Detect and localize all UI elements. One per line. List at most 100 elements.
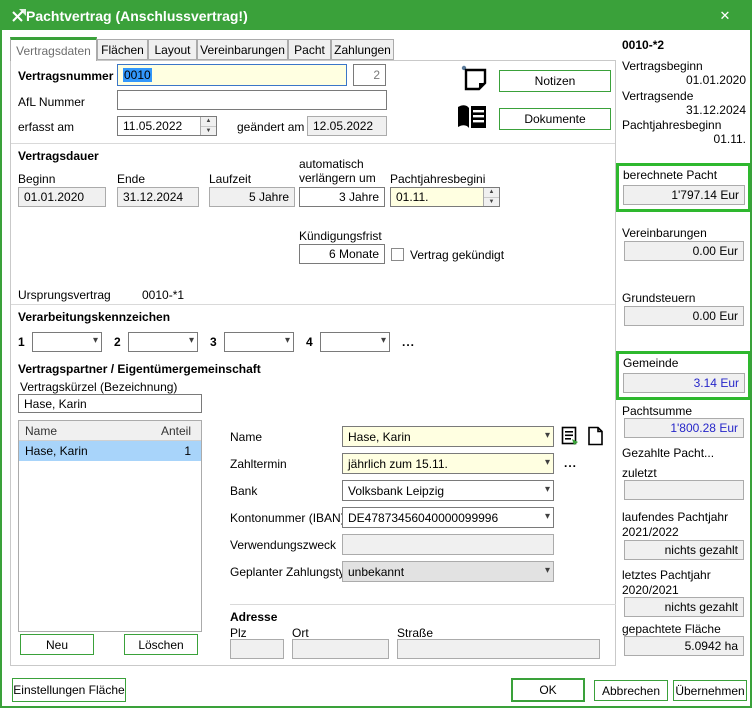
close-icon[interactable]: ✕ [712, 6, 738, 26]
column-name: Name [25, 423, 58, 438]
vk-num-3: 3 [210, 335, 217, 349]
laufendes-pachtjahr-label: laufendes Pachtjahr [622, 510, 729, 524]
vk-dropdown-3[interactable]: ▾ [224, 332, 294, 352]
zuletzt-value [624, 480, 744, 500]
name-dropdown[interactable]: Hase, Karin ▾ [342, 426, 554, 447]
app-icon [10, 8, 27, 25]
kuendigungsfrist-label: Kündigungsfrist [299, 229, 382, 243]
adresse-heading: Adresse [230, 610, 278, 624]
partner-table: Name Anteil Hase, Karin 1 [18, 420, 202, 632]
iban-dropdown[interactable]: DE47873456040000099996 ▾ [342, 507, 554, 528]
tab-flaechen[interactable]: Flächen [97, 39, 148, 60]
vertragsbeginn-value: 01.01.2020 [685, 73, 746, 87]
bank-label: Bank [230, 484, 258, 498]
tab-pacht[interactable]: Pacht [288, 39, 331, 60]
loeschen-button[interactable]: Löschen [124, 634, 198, 655]
zahltermin-label: Zahltermin [230, 457, 287, 471]
pachtjahresbeginn-label: Pachtjahresbegini [390, 172, 486, 186]
pachtvertrag-dialog: Pachtvertrag (Anschlussvertrag!) ✕ Vertr… [0, 0, 752, 708]
sidebar-contract-id: 0010-*2 [622, 38, 665, 52]
tab-vertragsdaten[interactable]: Vertragsdaten [10, 37, 97, 61]
spin-up-icon[interactable]: ▲ [484, 188, 499, 198]
gemeinde-label: Gemeinde [623, 356, 679, 370]
tab-zahlungen[interactable]: Zahlungen [331, 39, 394, 60]
uebernehmen-button[interactable]: Übernehmen [673, 680, 747, 701]
vertrag-gekuendigt-checkbox[interactable] [391, 248, 404, 261]
book-icon [454, 103, 492, 132]
ort-input[interactable] [292, 639, 389, 659]
table-row[interactable]: Hase, Karin 1 [19, 441, 201, 461]
spin-down-icon[interactable]: ▼ [201, 127, 216, 136]
chevron-down-icon: ▾ [92, 335, 98, 347]
pachtjahr-spinner[interactable]: ▲ ▼ [483, 188, 499, 206]
vk-more-button[interactable]: ... [402, 335, 415, 349]
vertragskuerzel-input[interactable]: Hase, Karin [18, 394, 202, 413]
grundsteuern-label: Grundsteuern [622, 291, 696, 305]
vertragsende-label: Vertragsende [622, 89, 694, 103]
vertragsnummer-counter: 2 [353, 64, 386, 86]
afl-nummer-label: AfL Nummer [18, 95, 85, 109]
strasse-label: Straße [397, 626, 434, 640]
document-lines-icon[interactable] [561, 426, 579, 446]
zahltermin-more-button[interactable]: ... [564, 456, 577, 470]
laufendes-pachtjahr-year: 2021/2022 [622, 525, 679, 539]
tab-layout[interactable]: Layout [148, 39, 197, 60]
strasse-input[interactable] [397, 639, 600, 659]
zahlungstyp-dropdown[interactable]: unbekannt ▾ [342, 561, 554, 582]
ursprungsvertrag-value: 0010-*1 [142, 288, 185, 302]
window-title: Pachtvertrag (Anschlussvertrag!) [26, 8, 248, 24]
chevron-down-icon: ▾ [544, 564, 550, 576]
notizen-button[interactable]: Notizen [499, 70, 611, 92]
laufzeit-label: Laufzeit [209, 172, 252, 186]
sidebar-pachtjahresbeginn-value: 01.11. [713, 132, 746, 146]
vertragsnummer-input[interactable]: 0010 [117, 64, 347, 86]
berechnete-pacht-label: berechnete Pacht [623, 168, 718, 182]
verwendungszweck-input[interactable] [342, 534, 554, 555]
chevron-down-icon: ▾ [544, 456, 550, 468]
vk-dropdown-2[interactable]: ▾ [128, 332, 198, 352]
spin-down-icon[interactable]: ▼ [484, 198, 499, 207]
zahltermin-dropdown[interactable]: jährlich zum 15.11. ▾ [342, 453, 554, 474]
einstellungen-flaeche-button[interactable]: Einstellungen Fläche [12, 678, 126, 702]
note-icon [460, 64, 489, 93]
neu-button[interactable]: Neu [20, 634, 94, 655]
plz-input[interactable] [230, 639, 284, 659]
ende-value: 31.12.2024 [117, 187, 199, 207]
verwendungszweck-label: Verwendungszweck [230, 538, 337, 552]
kuendigungsfrist-input[interactable]: 6 Monate [299, 244, 385, 264]
dokumente-button[interactable]: Dokumente [499, 108, 611, 130]
bank-dropdown[interactable]: Volksbank Leipzig ▾ [342, 480, 554, 501]
chevron-down-icon: ▾ [188, 335, 194, 347]
date-spinner[interactable]: ▲ ▼ [200, 117, 216, 135]
iban-label: Kontonummer (IBAN) [230, 511, 345, 525]
ok-button[interactable]: OK [511, 678, 585, 702]
grundsteuern-value: 0.00 Eur [624, 306, 744, 326]
erfasst-am-input[interactable]: 11.05.2022 ▲ ▼ [117, 116, 217, 136]
pachtjahresbeginn-input[interactable]: 01.11. ▲ ▼ [390, 187, 500, 207]
verarbeitungskennzeichen-heading: Verarbeitungskennzeichen [18, 310, 171, 324]
column-anteil: Anteil [160, 423, 191, 438]
laufendes-pachtjahr-value: nichts gezahlt [624, 540, 744, 560]
vk-dropdown-4[interactable]: ▾ [320, 332, 390, 352]
zuletzt-label: zuletzt [622, 466, 657, 480]
gezahlte-pacht-label: Gezahlte Pacht... [622, 446, 715, 460]
table-header: Name Anteil [19, 421, 201, 441]
title-bar: Pachtvertrag (Anschlussvertrag!) [2, 2, 750, 30]
blank-page-icon[interactable] [587, 426, 604, 446]
verlaengern-label-1: automatisch [299, 157, 364, 171]
afl-nummer-input[interactable] [117, 90, 387, 110]
vertragsbeginn-label: Vertragsbeginn [622, 59, 703, 73]
zahlungstyp-label: Geplanter Zahlungstyp [230, 565, 352, 579]
abbrechen-button[interactable]: Abbrechen [594, 680, 668, 701]
chevron-down-icon: ▾ [380, 335, 386, 347]
vertragskuerzel-label: Vertragskürzel (Bezeichnung) [20, 380, 178, 394]
vk-dropdown-1[interactable]: ▾ [32, 332, 102, 352]
tab-vereinbarungen[interactable]: Vereinbarungen [197, 39, 288, 60]
verlaengern-label-2: verlängern um [299, 171, 376, 185]
geaendert-am-label: geändert am [237, 120, 305, 134]
verlaengern-input[interactable]: 3 Jahre [299, 187, 385, 207]
pachtsumme-value: 1'800.28 Eur [624, 418, 744, 438]
chevron-down-icon: ▾ [544, 483, 550, 495]
ort-label: Ort [292, 626, 309, 640]
spin-up-icon[interactable]: ▲ [201, 117, 216, 127]
